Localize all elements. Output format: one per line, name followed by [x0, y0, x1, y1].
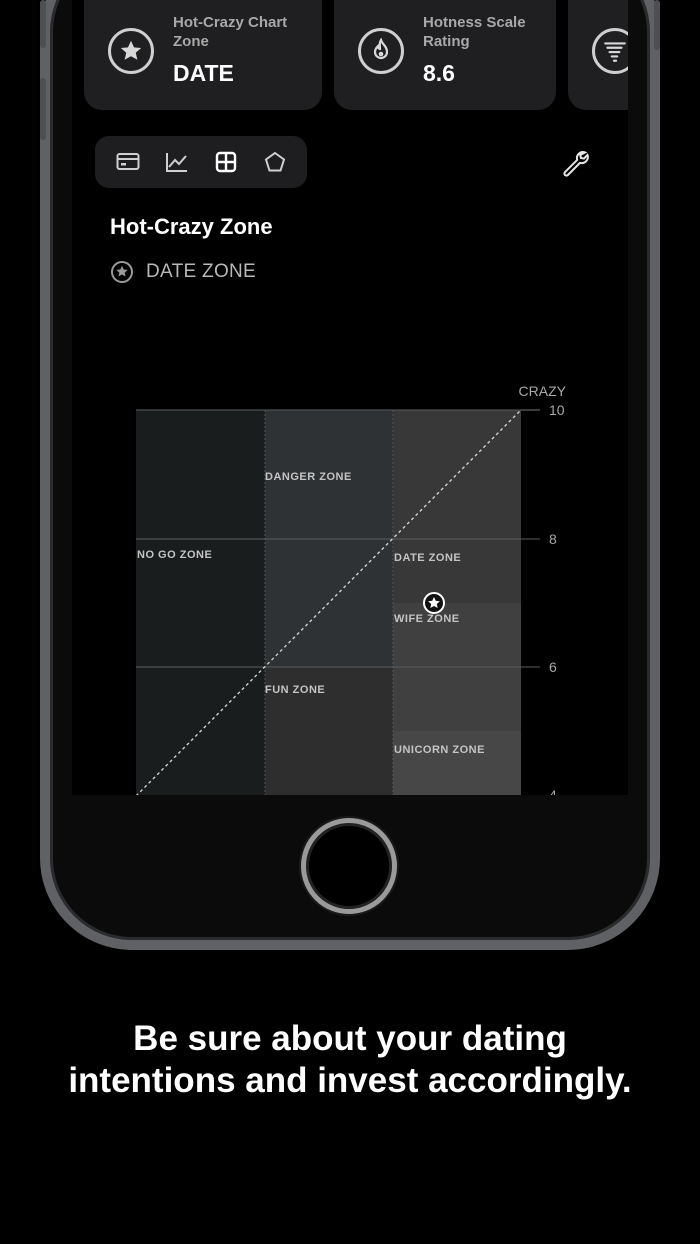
hotness-card[interactable]: Hotness Scale Rating 8.6 [334, 0, 556, 110]
y-tick-label: 4 [549, 787, 557, 795]
zone-card[interactable]: Hot-Crazy Chart Zone DATE [84, 0, 322, 110]
zone-nogo [136, 410, 265, 795]
y-tick-label: 6 [549, 659, 557, 675]
section-title: Hot-Crazy Zone [110, 214, 273, 239]
zone-label-fun: FUN ZONE [265, 684, 325, 696]
hot-crazy-chart[interactable]: NO GO ZONE DANGER ZONE DATE ZONE WIFE ZO… [72, 370, 628, 795]
y-axis-title: CRAZY [519, 383, 567, 399]
card-icon[interactable] [115, 149, 141, 175]
wrench-icon[interactable] [560, 148, 590, 178]
view-toolbar [95, 136, 307, 188]
zone-label-danger: DANGER ZONE [265, 471, 352, 483]
app-screen: Hot-Crazy Chart Zone DATE Hotness Scale … [72, 0, 628, 795]
zone-label-date: DATE ZONE [394, 552, 461, 564]
card-caption: Hot-Crazy Chart Zone [173, 14, 288, 50]
y-tick-label: 10 [549, 402, 565, 418]
current-zone-label: DATE ZONE [146, 261, 257, 282]
card-value: 8.6 [423, 60, 455, 86]
home-button[interactable] [301, 818, 397, 914]
current-zone: DATE ZONE [110, 260, 256, 284]
caption-line: Be sure about your dating [133, 1019, 567, 1058]
zone-unicorn [393, 731, 521, 795]
card-value: DATE [173, 60, 234, 86]
zone-date [393, 410, 521, 603]
star-icon [423, 592, 445, 614]
phone-side-button [40, 0, 46, 48]
grid-icon[interactable] [213, 149, 239, 175]
flame-icon [358, 28, 404, 74]
tornado-icon [592, 28, 628, 74]
line-chart-icon[interactable] [164, 149, 190, 175]
zone-label-wife: WIFE ZONE [394, 613, 460, 625]
zone-label-unicorn: UNICORN ZONE [394, 744, 485, 756]
marketing-caption: Be sure about your dating intentions and… [0, 1018, 700, 1102]
pentagon-icon[interactable] [262, 149, 288, 175]
crazy-card[interactable] [568, 0, 628, 110]
phone-side-button [40, 78, 46, 140]
zone-label-nogo: NO GO ZONE [137, 549, 212, 561]
star-icon [111, 261, 133, 283]
phone-side-button [654, 0, 660, 50]
y-tick-label: 8 [549, 531, 557, 547]
card-caption: Hotness Scale Rating [423, 14, 526, 50]
caption-line: intentions and invest accordingly. [68, 1061, 632, 1100]
star-icon [108, 28, 154, 74]
